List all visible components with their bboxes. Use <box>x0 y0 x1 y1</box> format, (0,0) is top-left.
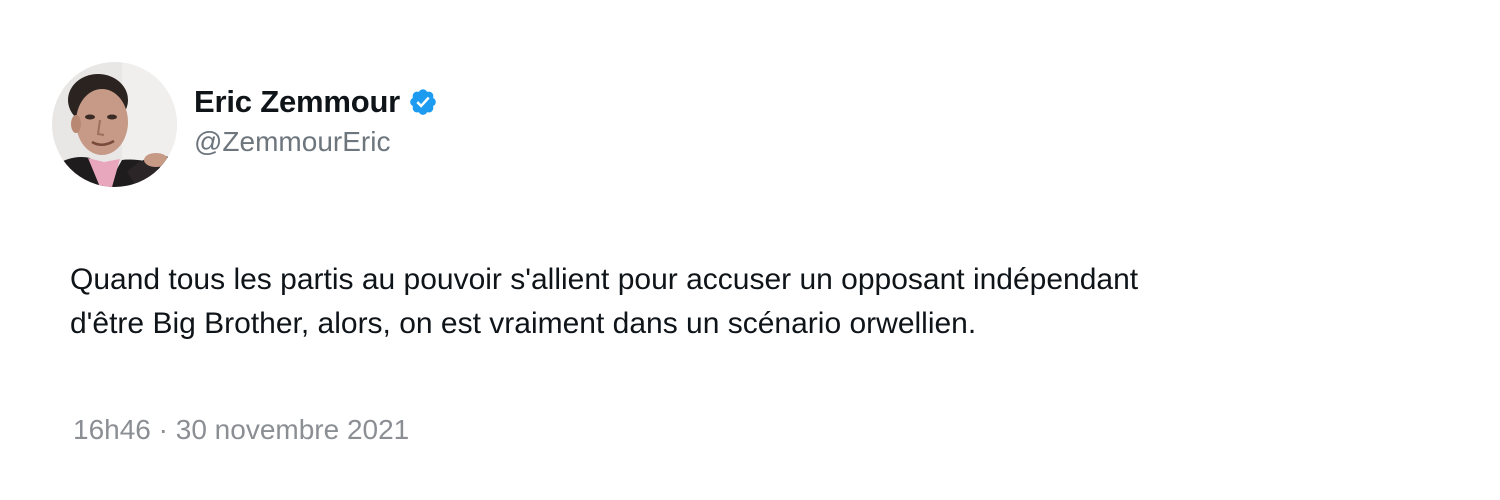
avatar[interactable] <box>52 62 177 187</box>
author-name-row[interactable]: Eric Zemmour <box>194 80 438 124</box>
author-handle[interactable]: @ZemmourEric <box>194 126 390 158</box>
tweet-card: Eric Zemmour @ZemmourEric Quand tous les… <box>0 0 1500 500</box>
tweet-timestamp[interactable]: 16h46 · 30 novembre 2021 <box>73 414 409 446</box>
tweet-text-line: Quand tous les partis au pouvoir s'allie… <box>70 263 1139 296</box>
tweet-text: Quand tous les partis au pouvoir s'allie… <box>70 258 1430 346</box>
tweet-text-line: d'être Big Brother, alors, on est vraime… <box>70 307 977 340</box>
author-display-name[interactable]: Eric Zemmour <box>194 84 400 120</box>
avatar-photo <box>52 62 177 187</box>
verified-badge-icon <box>408 87 438 117</box>
